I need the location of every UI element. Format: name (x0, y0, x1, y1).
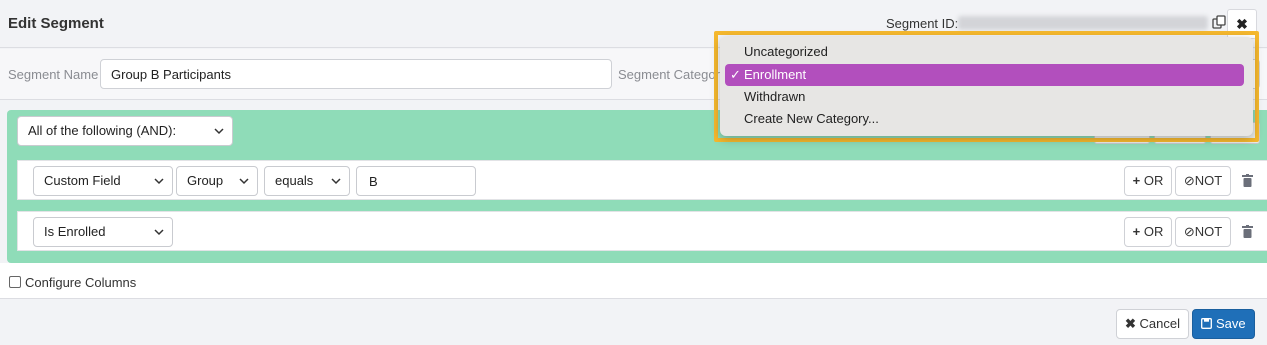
condition-value-input[interactable] (356, 166, 476, 196)
condition-type-select[interactable]: Is Enrolled (33, 217, 173, 247)
condition-row: Is Enrolled + OR ⊘NOT (17, 211, 1267, 251)
copy-icon[interactable] (1212, 15, 1228, 31)
dropdown-option-withdrawn[interactable]: Withdrawn (725, 86, 1244, 108)
not-button[interactable]: ⊘NOT (1175, 166, 1231, 196)
not-button[interactable]: ⊘NOT (1175, 217, 1231, 247)
dropdown-option-enrollment[interactable]: ✓ Enrollment (725, 64, 1244, 86)
chevron-down-icon (154, 167, 164, 185)
dropdown-option-create-new-category[interactable]: Create New Category... (725, 108, 1244, 130)
not-icon: ⊘ (1183, 173, 1195, 188)
group-logic-value: All of the following (AND): (28, 123, 177, 138)
segment-id-value-redacted (958, 16, 1208, 30)
segment-name-input[interactable] (100, 59, 612, 89)
or-button-label: OR (1143, 173, 1164, 188)
trash-icon[interactable] (1242, 225, 1254, 239)
cancel-button-label: Cancel (1139, 316, 1180, 331)
trash-icon[interactable] (1242, 174, 1254, 188)
condition-type-value: Custom Field (44, 173, 121, 188)
condition-type-value: Is Enrolled (44, 224, 106, 239)
chevron-down-icon (331, 167, 341, 185)
chevron-down-icon (214, 117, 224, 135)
dropdown-option-label: Enrollment (744, 67, 807, 82)
segment-id-label: Segment ID: (886, 16, 959, 31)
plus-icon: + (1132, 224, 1141, 239)
condition-field-select[interactable]: Group (176, 166, 258, 196)
configure-columns-row: Configure Columns (0, 263, 1267, 299)
configure-columns-label: Configure Columns (25, 275, 137, 290)
close-icon: ✖ (1125, 316, 1136, 331)
chevron-down-icon (154, 218, 164, 236)
category-dropdown-menu: Uncategorized ✓ Enrollment Withdrawn Cre… (720, 37, 1253, 136)
modal-footer: ✖ Cancel Save (0, 300, 1267, 345)
plus-icon: + (1132, 173, 1141, 188)
condition-type-select[interactable]: Custom Field (33, 166, 173, 196)
close-icon: ✖ (1236, 16, 1248, 32)
cancel-button[interactable]: ✖ Cancel (1116, 309, 1189, 339)
not-icon: ⊘ (1183, 224, 1195, 239)
or-button[interactable]: + OR (1124, 217, 1172, 247)
configure-columns-checkbox[interactable] (9, 276, 21, 288)
group-logic-select[interactable]: All of the following (AND): (17, 116, 233, 146)
condition-operator-value: equals (275, 173, 314, 188)
segment-category-label: Segment Category (618, 67, 727, 82)
dropdown-option-uncategorized[interactable]: Uncategorized (725, 41, 1244, 63)
or-button-label: OR (1143, 224, 1164, 239)
chevron-down-icon (239, 167, 249, 185)
not-button-label: NOT (1194, 173, 1223, 188)
save-button[interactable]: Save (1192, 309, 1255, 339)
condition-field-value: Group (187, 173, 224, 188)
condition-operator-select[interactable]: equals (264, 166, 350, 196)
not-button-label: NOT (1194, 224, 1223, 239)
page-title: Edit Segment (8, 15, 104, 32)
or-button[interactable]: + OR (1124, 166, 1172, 196)
segment-name-label: Segment Name (8, 67, 99, 82)
save-icon (1201, 316, 1213, 331)
checkmark-icon: ✓ (730, 67, 741, 82)
save-button-label: Save (1215, 316, 1246, 331)
condition-row: Custom Field Group equals + OR ⊘NOT (17, 160, 1267, 200)
